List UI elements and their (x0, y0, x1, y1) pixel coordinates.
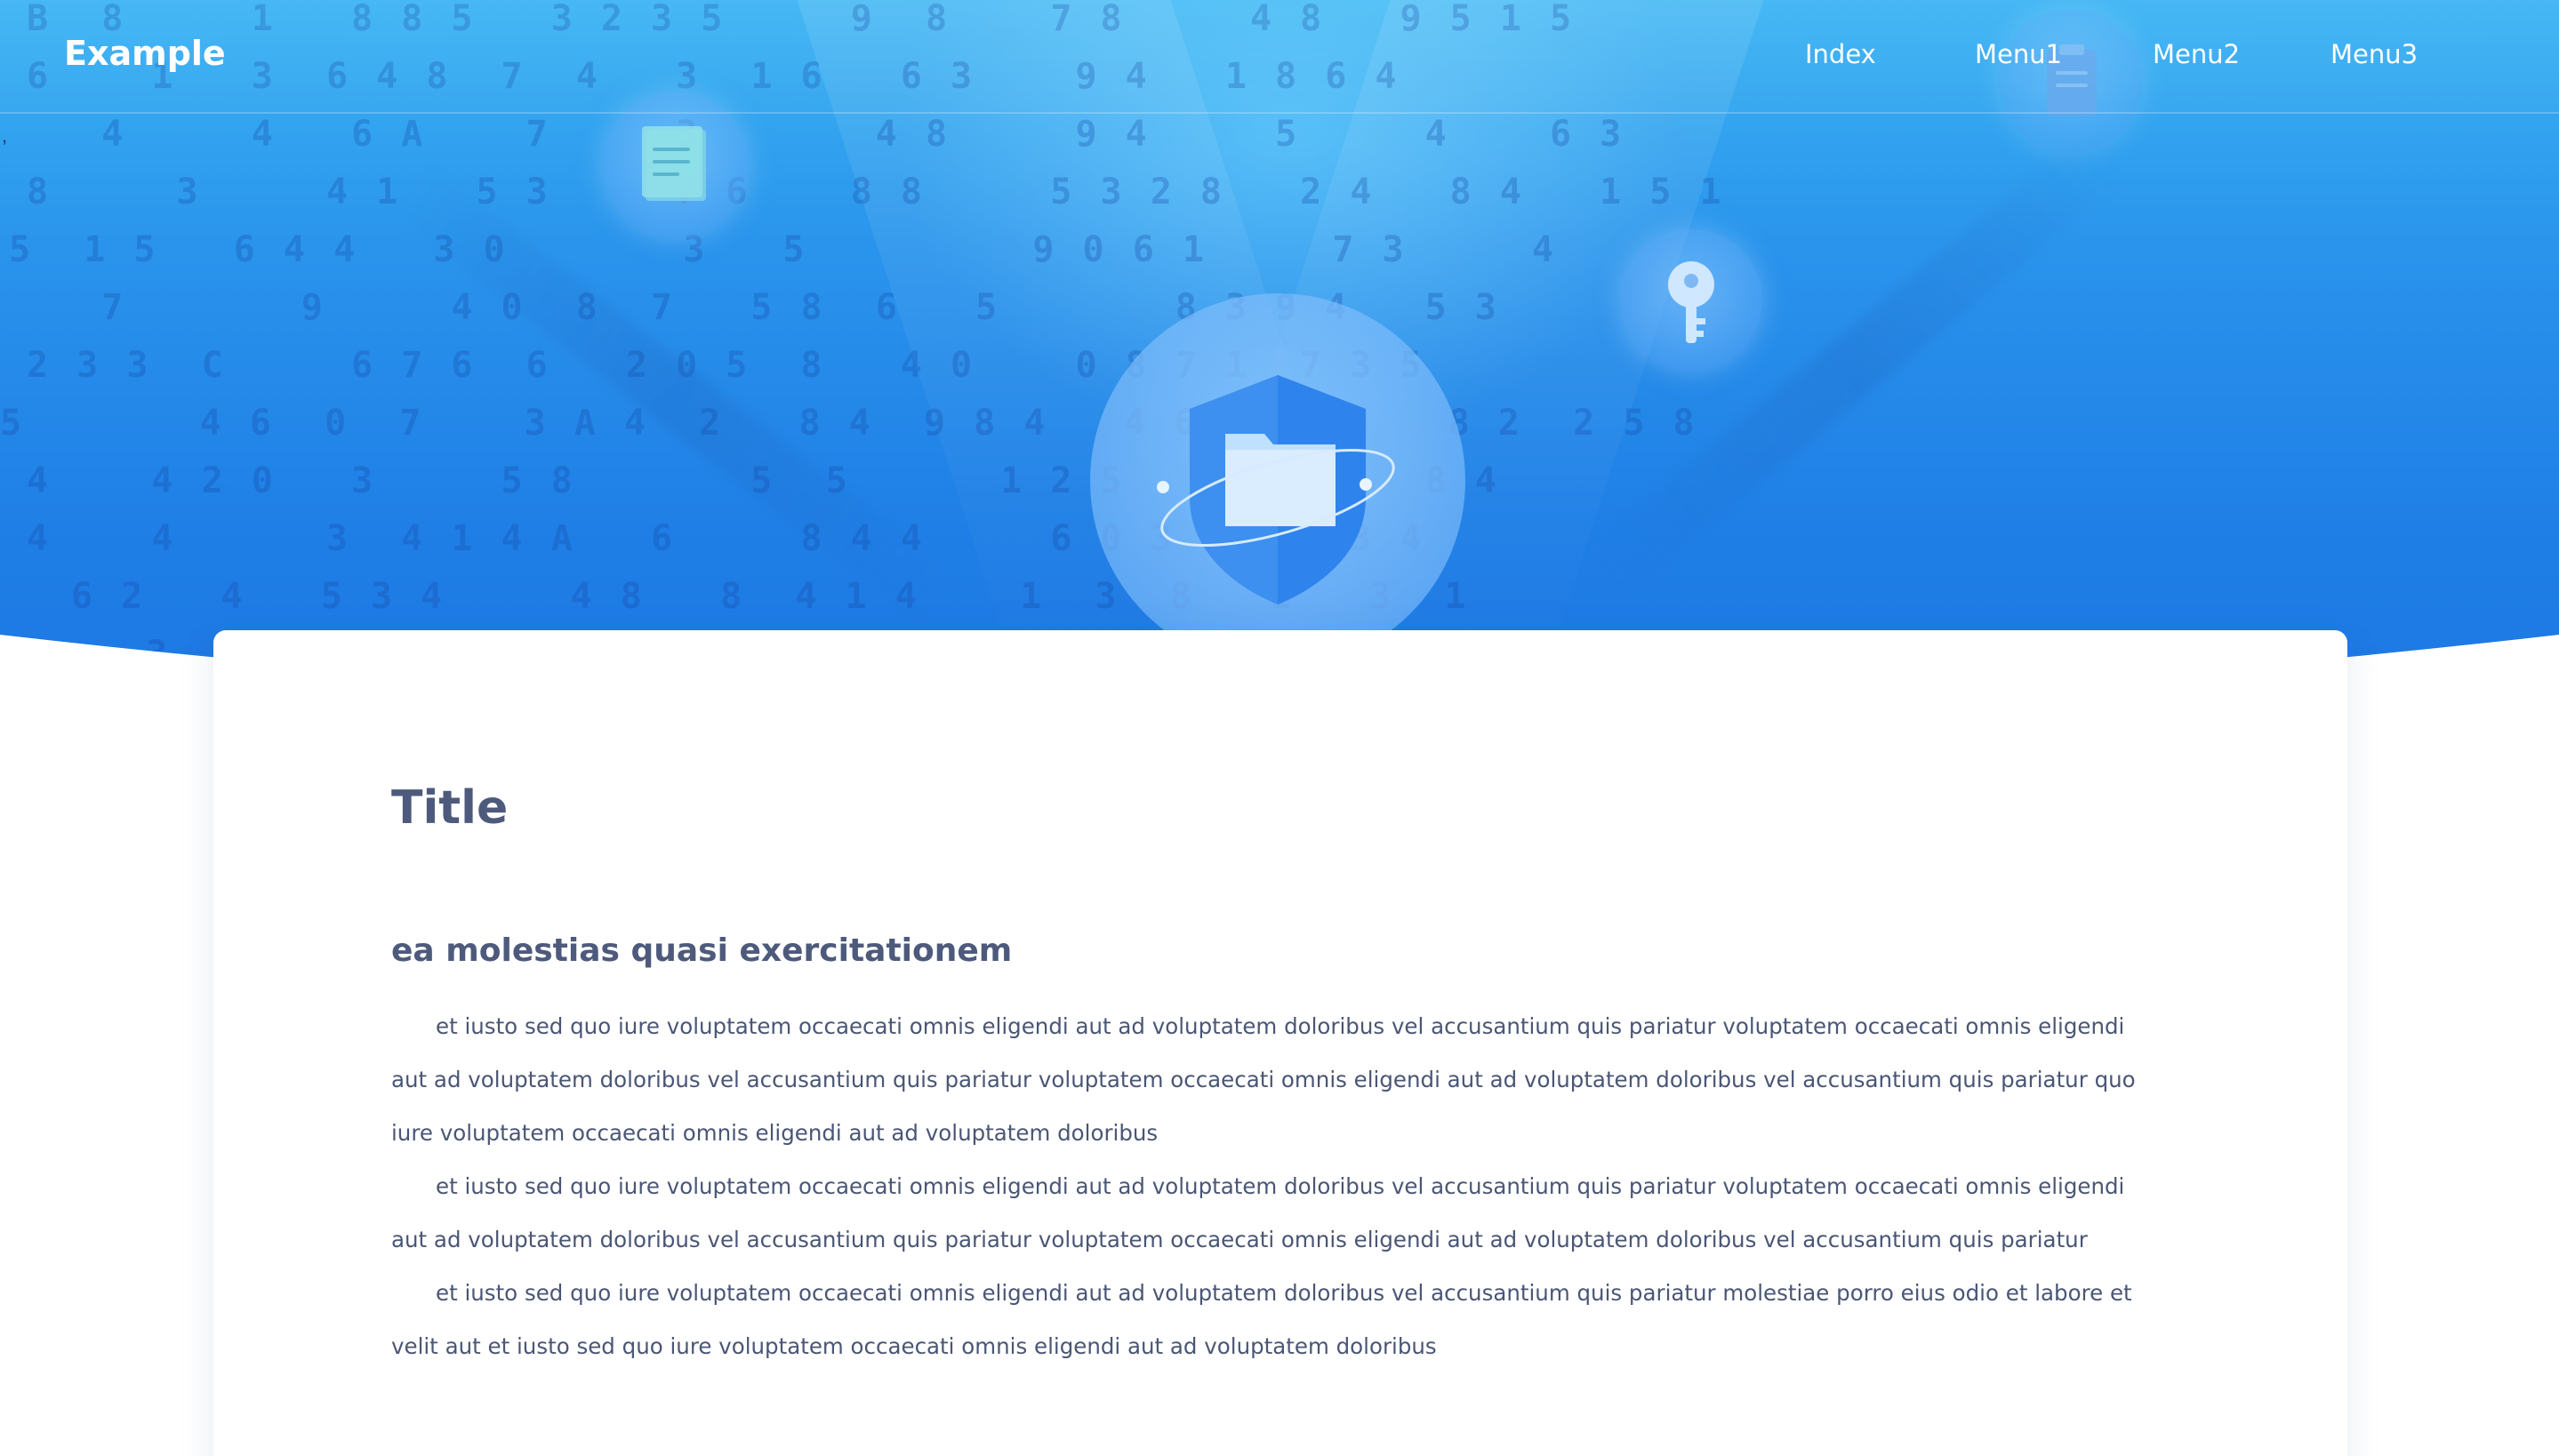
nav-menu1[interactable]: Menu1 (1975, 39, 2062, 69)
nav-menu3[interactable]: Menu3 (2330, 39, 2418, 69)
stray-mark: , (2, 124, 8, 147)
nav-index[interactable]: Index (1805, 39, 1876, 69)
hero-banner: B 8 1 8 8 5 3 2 3 5 9 8 7 8 4 8 9 5 1 5 … (0, 0, 2559, 702)
paragraph: et iusto sed quo iure voluptatem occaeca… (391, 1280, 2132, 1359)
document-icon (642, 126, 706, 201)
section-heading: ea molestias quasi exercitationem (391, 932, 1013, 969)
content-card: Title ea molestias quasi exercitationem … (213, 630, 2347, 1456)
key-bubble (1620, 229, 1762, 372)
paragraph: et iusto sed quo iure voluptatem occaeca… (391, 1173, 2125, 1252)
digit-texture: 5 1 5 6 4 4 3 0 3 5 9 0 6 1 7 3 4 (9, 229, 1558, 270)
paragraph: et iusto sed quo iure voluptatem occaeca… (391, 1013, 2136, 1146)
digit-texture: 8 3 4 1 5 3 7 6 8 8 5 3 2 8 2 4 8 4 1 5 … (27, 172, 1725, 212)
navbar: Example Index Menu1 Menu2 Menu3 (0, 0, 2559, 114)
page-title: Title (391, 781, 509, 835)
brand-logo[interactable]: Example (64, 34, 226, 73)
page: B 8 1 8 8 5 3 2 3 5 9 8 7 8 4 8 9 5 1 5 … (0, 0, 2559, 1456)
shield-folder-icon (1157, 375, 1395, 604)
digit-texture: 4 4 6 A 7 3 4 8 9 4 5 4 6 3 (27, 114, 1625, 155)
nav-menu2[interactable]: Menu2 (2153, 39, 2240, 69)
key-icon (1668, 261, 1714, 343)
document-bubble (603, 92, 749, 238)
shield-circle (1090, 293, 1465, 668)
